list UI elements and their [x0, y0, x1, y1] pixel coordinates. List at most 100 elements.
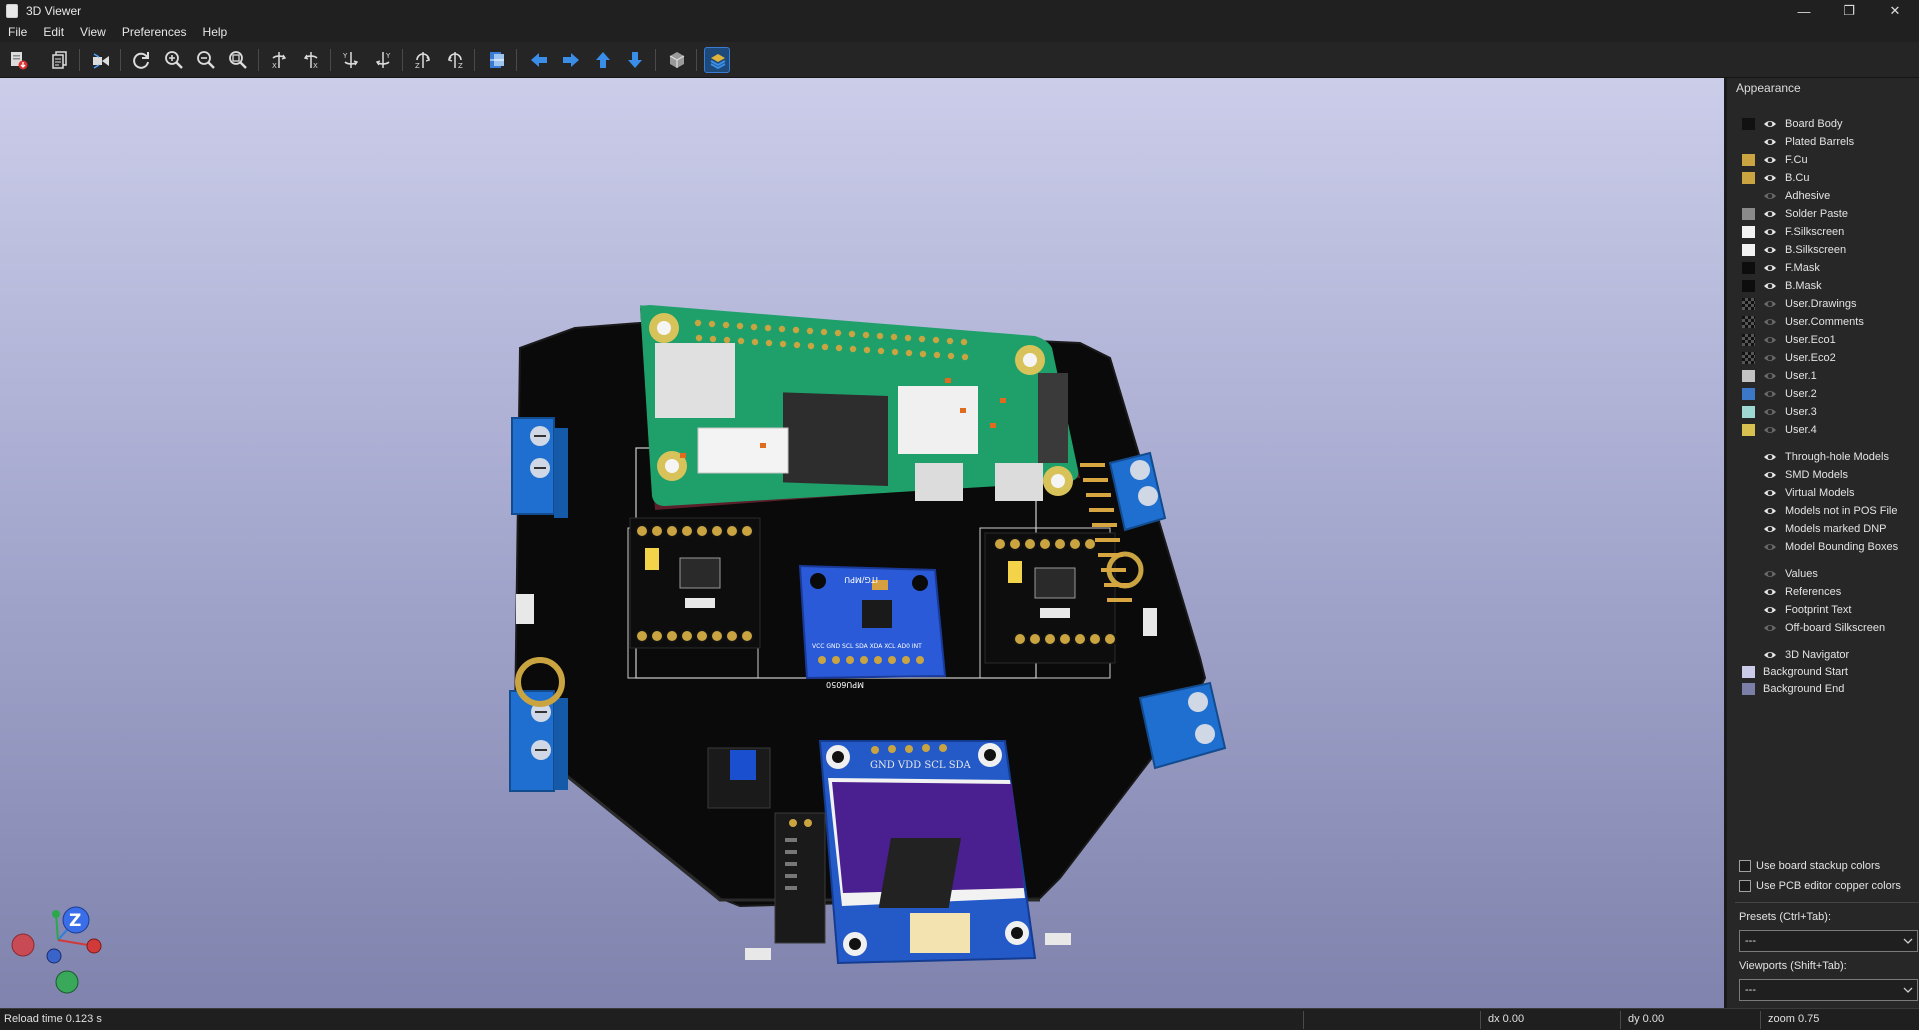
color-swatch[interactable] — [1742, 172, 1755, 184]
layer-row-f-silkscreen[interactable]: F.Silkscreen — [1742, 223, 1844, 241]
layer-row-b-mask[interactable]: B.Mask — [1742, 277, 1822, 295]
color-swatch[interactable] — [1742, 666, 1755, 678]
presets-dropdown[interactable]: --- — [1739, 930, 1918, 952]
visibility-eye-icon[interactable] — [1763, 407, 1785, 417]
rotate-z-ccw-icon[interactable]: Z — [442, 47, 468, 73]
visibility-eye-icon[interactable] — [1763, 353, 1785, 363]
menu-view[interactable]: View — [72, 22, 114, 42]
rotate-y-ccw-icon[interactable]: Y — [370, 47, 396, 73]
misc-row-background-end[interactable]: Background End — [1742, 680, 1844, 698]
layer-row-b-cu[interactable]: B.Cu — [1742, 169, 1809, 187]
color-swatch[interactable] — [1742, 244, 1755, 256]
color-swatch[interactable] — [1742, 649, 1755, 661]
layer-row-user-3[interactable]: User.3 — [1742, 403, 1817, 421]
checkbox-box[interactable] — [1739, 860, 1751, 872]
visibility-eye-icon[interactable] — [1763, 452, 1785, 462]
rotate-x-ccw-icon[interactable]: X — [298, 47, 324, 73]
layer-row-f-cu[interactable]: F.Cu — [1742, 151, 1808, 169]
color-swatch[interactable] — [1742, 505, 1755, 517]
menu-help[interactable]: Help — [195, 22, 236, 42]
axis-x-neg-icon[interactable] — [11, 933, 35, 957]
color-swatch[interactable] — [1742, 604, 1755, 616]
zoom-fit-icon[interactable] — [225, 47, 251, 73]
reload-icon[interactable] — [128, 47, 154, 73]
model-row-smd-models[interactable]: SMD Models — [1742, 466, 1848, 484]
visibility-eye-icon[interactable] — [1763, 542, 1785, 552]
pan-left-icon[interactable] — [526, 47, 552, 73]
zoom-out-icon[interactable] — [193, 47, 219, 73]
color-swatch[interactable] — [1742, 118, 1755, 130]
visibility-eye-icon[interactable] — [1763, 587, 1785, 597]
layer-row-board-body[interactable]: Board Body — [1742, 115, 1842, 133]
color-swatch[interactable] — [1742, 406, 1755, 418]
visibility-eye-icon[interactable] — [1763, 137, 1785, 147]
export-image-icon[interactable] — [5, 47, 31, 73]
color-swatch[interactable] — [1742, 226, 1755, 238]
visibility-eye-icon[interactable] — [1763, 488, 1785, 498]
visibility-eye-icon[interactable] — [1763, 173, 1785, 183]
color-swatch[interactable] — [1742, 370, 1755, 382]
visibility-eye-icon[interactable] — [1763, 299, 1785, 309]
color-swatch[interactable] — [1742, 523, 1755, 535]
visibility-eye-icon[interactable] — [1763, 650, 1785, 660]
layers-manager-icon[interactable] — [704, 47, 730, 73]
color-swatch[interactable] — [1742, 352, 1755, 364]
menu-edit[interactable]: Edit — [35, 22, 72, 42]
color-swatch[interactable] — [1742, 541, 1755, 553]
text-row-values[interactable]: Values — [1742, 565, 1818, 583]
layer-row-f-mask[interactable]: F.Mask — [1742, 259, 1820, 277]
visibility-eye-icon[interactable] — [1763, 335, 1785, 345]
color-swatch[interactable] — [1742, 469, 1755, 481]
ortho-view-icon[interactable] — [664, 47, 690, 73]
visibility-eye-icon[interactable] — [1763, 605, 1785, 615]
raytrace-icon[interactable] — [88, 47, 114, 73]
zoom-in-icon[interactable] — [161, 47, 187, 73]
color-swatch[interactable] — [1742, 154, 1755, 166]
restore-button[interactable]: ❐ — [1827, 0, 1871, 22]
model-row-through-hole-models[interactable]: Through-hole Models — [1742, 448, 1889, 466]
color-swatch[interactable] — [1742, 388, 1755, 400]
color-swatch[interactable] — [1742, 208, 1755, 220]
text-row-footprint-text[interactable]: Footprint Text — [1742, 601, 1851, 619]
axis-y-pos-icon[interactable] — [52, 910, 60, 918]
use-pcb-copper-colors-checkbox[interactable]: Use PCB editor copper colors — [1739, 877, 1901, 895]
rotate-y-cw-icon[interactable]: Y — [338, 47, 364, 73]
viewports-dropdown[interactable]: --- — [1739, 979, 1918, 1001]
model-row-models-marked-dnp[interactable]: Models marked DNP — [1742, 520, 1886, 538]
layer-row-adhesive[interactable]: Adhesive — [1742, 187, 1830, 205]
pan-up-icon[interactable] — [590, 47, 616, 73]
color-swatch[interactable] — [1742, 451, 1755, 463]
color-swatch[interactable] — [1742, 190, 1755, 202]
layer-row-b-silkscreen[interactable]: B.Silkscreen — [1742, 241, 1846, 259]
axis-z-neg-icon[interactable] — [46, 948, 62, 964]
use-stackup-colors-checkbox[interactable]: Use board stackup colors — [1739, 857, 1880, 875]
flip-board-icon[interactable] — [484, 47, 510, 73]
axis-x-pos-icon[interactable] — [86, 938, 102, 954]
rotate-z-cw-icon[interactable]: Z — [410, 47, 436, 73]
color-swatch[interactable] — [1742, 568, 1755, 580]
visibility-eye-icon[interactable] — [1763, 389, 1785, 399]
model-row-model-bounding-boxes[interactable]: Model Bounding Boxes — [1742, 538, 1898, 556]
close-button[interactable]: ✕ — [1873, 0, 1917, 22]
visibility-eye-icon[interactable] — [1763, 155, 1785, 165]
layer-row-user-eco2[interactable]: User.Eco2 — [1742, 349, 1836, 367]
layer-row-user-eco1[interactable]: User.Eco1 — [1742, 331, 1836, 349]
pan-down-icon[interactable] — [622, 47, 648, 73]
visibility-eye-icon[interactable] — [1763, 524, 1785, 534]
minimize-button[interactable]: — — [1782, 0, 1826, 22]
visibility-eye-icon[interactable] — [1763, 317, 1785, 327]
color-swatch[interactable] — [1742, 487, 1755, 499]
misc-row-3d-navigator[interactable]: 3D Navigator — [1742, 646, 1849, 664]
visibility-eye-icon[interactable] — [1763, 209, 1785, 219]
menu-file[interactable]: File — [0, 22, 35, 42]
text-row-off-board-silkscreen[interactable]: Off-board Silkscreen — [1742, 619, 1885, 637]
text-row-references[interactable]: References — [1742, 583, 1841, 601]
color-swatch[interactable] — [1742, 298, 1755, 310]
visibility-eye-icon[interactable] — [1763, 281, 1785, 291]
axis-y-neg-icon[interactable] — [55, 970, 79, 994]
visibility-eye-icon[interactable] — [1763, 191, 1785, 201]
model-row-virtual-models[interactable]: Virtual Models — [1742, 484, 1855, 502]
layer-row-user-comments[interactable]: User.Comments — [1742, 313, 1864, 331]
visibility-eye-icon[interactable] — [1763, 263, 1785, 273]
color-swatch[interactable] — [1742, 586, 1755, 598]
